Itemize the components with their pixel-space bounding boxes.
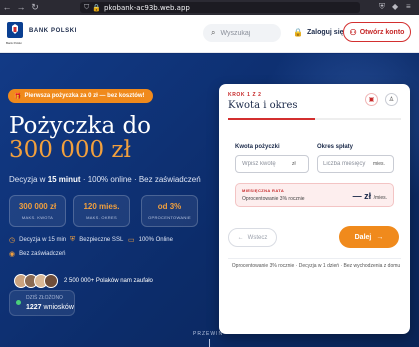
hero-subtitle: Decyzja w 15 minut · 100% online · Bez z…	[9, 175, 201, 184]
lock-icon: 🔒	[92, 4, 101, 12]
login-button[interactable]: 🔒 Zaloguj się	[293, 28, 344, 37]
hero-amount: 300 000 zł	[9, 137, 131, 163]
feature-label: 100% Online	[138, 237, 173, 243]
feature-no-certificates: ◉ Bez zaświadczeń	[9, 250, 65, 258]
feature-label: Bez zaświadczeń	[19, 251, 66, 257]
period-input[interactable]	[323, 161, 369, 167]
stat-label: MAKS. KWOTA	[21, 215, 54, 220]
period-label: Okres spłaty	[317, 144, 354, 150]
today-counter: DZIŚ ZŁOŻONO 1227 wniosków	[9, 290, 75, 316]
divider	[228, 258, 401, 259]
feature-label: Bezpieczne SSL	[79, 237, 124, 243]
clock-icon: ◷	[9, 237, 16, 244]
feature-decision: ◷ Decyzja w 15 min	[9, 236, 66, 244]
back-button[interactable]: ← Wstecz	[228, 228, 277, 247]
user-icon[interactable]: ♙	[385, 93, 398, 106]
period-field[interactable]: mies.	[317, 155, 394, 173]
stat-value: 120 mies.	[83, 202, 120, 211]
site-header: Bank Polski BANK POLSKI ⌕ 🔒 Zaloguj się …	[0, 15, 419, 53]
hero-title: Pożyczka do	[9, 113, 152, 139]
menu-icon[interactable]: ≡	[406, 2, 411, 11]
progress-bar	[228, 118, 401, 120]
feature-online: ▭ 100% Online	[128, 236, 173, 244]
hero-subtitle-bold: 15 minut	[47, 175, 81, 184]
feature-label: Decyzja w 15 min	[19, 237, 67, 243]
back-label: Wstecz	[247, 234, 268, 241]
rate-amount: — zł	[352, 191, 372, 201]
extensions-icon[interactable]: ◆	[392, 2, 398, 11]
lock-icon: 🔒	[293, 28, 303, 37]
user-plus-icon: ⚇	[349, 27, 357, 37]
address-bar[interactable]: ⛉ 🔒 pkobank-ac93b.web.app	[80, 2, 360, 13]
reload-icon[interactable]: ↻	[28, 0, 42, 15]
search-input[interactable]	[220, 29, 276, 37]
calendar-icon[interactable]: ▣	[365, 93, 378, 106]
today-count: 1227	[26, 304, 42, 311]
arrow-right-icon: →	[376, 233, 384, 241]
gift-icon: 🎁	[14, 93, 22, 100]
logo-subtitle: Bank Polski	[6, 41, 22, 45]
stat-value: 300 000 zł	[18, 202, 57, 211]
progress-fill	[228, 118, 315, 120]
stat-label: OPROCENTOWANIE	[148, 215, 191, 220]
amount-field[interactable]: zł	[235, 155, 309, 173]
promo-text: Pierwsza pożyczka za 0 zł — bez kosztów!	[24, 93, 145, 99]
check-circle-icon: ◉	[9, 251, 16, 258]
shield-icon: ⛉	[84, 3, 90, 11]
search-icon: ⌕	[211, 28, 216, 37]
social-proof-text: 2 500 000+ Polaków nam zaufało	[64, 277, 153, 284]
back-arrow-icon[interactable]: ←	[0, 0, 14, 15]
scroll-indicator-line	[209, 339, 210, 347]
pko-logo-icon[interactable]	[7, 22, 23, 38]
hero-section: 🎁 Pierwsza pożyczka za 0 zł — bez kosztó…	[0, 54, 419, 347]
rate-value: — zł /mies.	[353, 191, 387, 201]
avatar	[44, 273, 58, 288]
browser-toolbar: ← → ↻ ⛉ 🔒 pkobank-ac93b.web.app ⛨ ◆ ≡	[0, 0, 419, 15]
monitor-icon: ▭	[128, 237, 135, 244]
next-label: Dalej	[354, 233, 372, 241]
rate-description: Oprocentowanie 3% rocznie	[242, 196, 305, 202]
scroll-hint[interactable]: PRZEWIŃ	[193, 331, 223, 337]
hero-subtitle-prefix: Decyzja w	[9, 175, 48, 184]
next-button[interactable]: Dalej →	[339, 226, 399, 248]
today-value: 1227 wniosków	[26, 304, 74, 311]
url-text: pkobank-ac93b.web.app	[103, 3, 190, 12]
amount-suffix: zł	[292, 161, 296, 167]
form-footnote: Oprocentowanie 3% rocznie · Decyzja w 1 …	[231, 263, 401, 269]
amount-label: Kwota pożyczki	[235, 144, 280, 150]
forward-arrow-icon[interactable]: →	[14, 0, 28, 15]
today-label: DZIŚ ZŁOŻONO	[26, 295, 63, 301]
social-proof: 2 500 000+ Polaków nam zaufało	[12, 270, 168, 291]
brand-name[interactable]: BANK POLSKI	[29, 28, 77, 34]
stat-interest: od 3% OPROCENTOWANIE	[141, 195, 198, 227]
period-suffix: mies.	[373, 161, 385, 167]
live-dot-icon	[16, 300, 21, 305]
login-label: Zaloguj się	[306, 29, 344, 36]
shield-icon: ⛨	[70, 236, 76, 243]
today-unit: wniosków	[41, 304, 74, 311]
hero-subtitle-rest: · 100% online · Bez zaświadczeń	[80, 175, 201, 184]
amount-input[interactable]	[242, 161, 288, 167]
stat-label: MAKS. OKRES	[86, 215, 117, 220]
open-account-button[interactable]: ⚇ Otwórz konto	[343, 22, 411, 42]
rate-unit: /mies.	[373, 195, 387, 201]
step-label: KROK 1 Z 2	[228, 92, 262, 98]
stat-max-period: 120 mies. MAKS. OKRES	[73, 195, 130, 227]
feature-ssl: ⛨ Bezpieczne SSL	[70, 236, 123, 244]
arrow-left-icon: ←	[237, 234, 244, 241]
shield-extension-icon[interactable]: ⛨	[379, 2, 385, 12]
monthly-rate-box: MIESIĘCZNA RATA Oprocentowanie 3% roczni…	[235, 183, 394, 207]
stat-value: od 3%	[157, 202, 182, 211]
search-box[interactable]: ⌕	[203, 24, 281, 42]
loan-form-card: KROK 1 Z 2 Kwota i okres ▣ ♙ Kwota pożyc…	[219, 84, 410, 334]
promo-badge: 🎁 Pierwsza pożyczka za 0 zł — bez kosztó…	[8, 89, 153, 103]
rate-label: MIESIĘCZNA RATA	[242, 188, 285, 193]
step-title: Kwota i okres	[228, 100, 298, 111]
stat-max-amount: 300 000 zł MAKS. KWOTA	[9, 195, 66, 227]
open-account-label: Otwórz konto	[359, 28, 405, 36]
